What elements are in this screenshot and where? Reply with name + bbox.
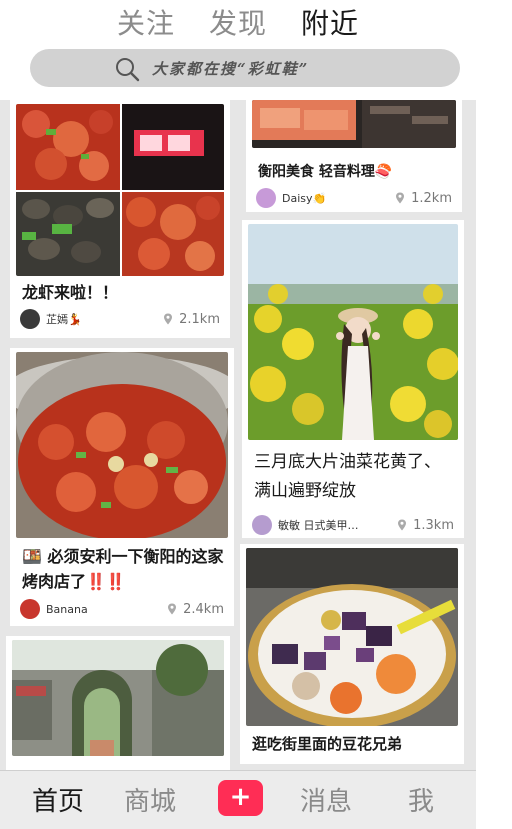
location-pin-icon	[168, 603, 177, 615]
post-image	[16, 104, 224, 276]
post-image	[248, 224, 458, 440]
nav-mall[interactable]: 商城	[124, 781, 176, 818]
post-distance: 1.3km	[396, 518, 454, 533]
tab-nearby[interactable]: 附近	[301, 4, 359, 44]
post-card[interactable]: 逛吃街里面的豆花兄弟	[240, 544, 464, 764]
post-card[interactable]: 龙虾来啦！！ 芷嫣💃 2.1km	[10, 100, 230, 338]
nav-me[interactable]: 我	[408, 781, 434, 818]
avatar	[252, 515, 272, 535]
post-card[interactable]: 衡阳美食 轻音料理🍣 Daisy👏 1.2km	[246, 100, 462, 212]
distance-value: 2.1km	[179, 311, 220, 327]
post-title: 逛吃街里面的豆花兄弟	[252, 735, 403, 753]
top-tab-bar: 关注 发现 附近	[0, 0, 476, 44]
post-image	[16, 352, 228, 538]
distance-value: 1.2km	[411, 190, 452, 206]
post-meta: Daisy👏 1.2km	[256, 187, 452, 209]
location-pin-icon	[164, 313, 173, 325]
bottom-nav: 首页 商城 + 消息 我	[0, 770, 476, 829]
post-meta: Banana 2.4km	[20, 598, 224, 620]
tab-follow[interactable]: 关注	[117, 4, 175, 44]
location-pin-icon	[396, 192, 405, 204]
post-title: 衡阳美食 轻音料理🍣	[258, 164, 393, 180]
post-title: 三月底大片油菜花黄了、满山遍野绽放	[254, 452, 441, 501]
avatar	[20, 599, 40, 619]
post-card[interactable]	[6, 636, 230, 770]
post-card[interactable]: 三月底大片油菜花黄了、满山遍野绽放 敏敏 日式美甲… 1.3km	[242, 220, 464, 538]
post-image	[252, 100, 456, 148]
search-placeholder: 大家都在搜“彩虹鞋”	[152, 60, 310, 78]
post-meta: 敏敏 日式美甲… 1.3km	[252, 514, 454, 536]
post-author: 敏敏 日式美甲…	[278, 519, 359, 532]
post-author: Daisy👏	[282, 191, 327, 205]
post-distance: 1.2km	[394, 191, 452, 206]
post-author: Banana	[46, 602, 88, 616]
post-author: 芷嫣💃	[46, 313, 82, 326]
nav-home[interactable]: 首页	[32, 781, 84, 818]
distance-value: 1.3km	[413, 517, 454, 533]
post-distance: 2.4km	[166, 602, 224, 617]
distance-value: 2.4km	[183, 601, 224, 617]
post-title: 龙虾来啦！！	[22, 283, 119, 302]
post-image	[246, 548, 458, 726]
add-post-button[interactable]: +	[218, 780, 263, 816]
post-title: 🍱 必须安利一下衡阳的这家烤肉店了‼️‼️	[22, 547, 224, 591]
post-image	[12, 640, 224, 756]
location-pin-icon	[398, 519, 407, 531]
search-icon	[116, 58, 140, 82]
avatar	[20, 309, 40, 329]
nearby-feed[interactable]: 龙虾来啦！！ 芷嫣💃 2.1km 🍱 必须安利一下衡阳的这家烤肉店了‼️‼️ B…	[0, 100, 476, 770]
post-meta: 芷嫣💃 2.1km	[20, 308, 220, 330]
post-distance: 2.1km	[162, 312, 220, 327]
tab-discover[interactable]: 发现	[209, 4, 267, 44]
avatar	[256, 188, 276, 208]
post-card[interactable]: 🍱 必须安利一下衡阳的这家烤肉店了‼️‼️ Banana 2.4km	[10, 348, 234, 626]
nav-messages[interactable]: 消息	[300, 781, 352, 818]
search-bar[interactable]: 大家都在搜“彩虹鞋”	[30, 49, 460, 87]
